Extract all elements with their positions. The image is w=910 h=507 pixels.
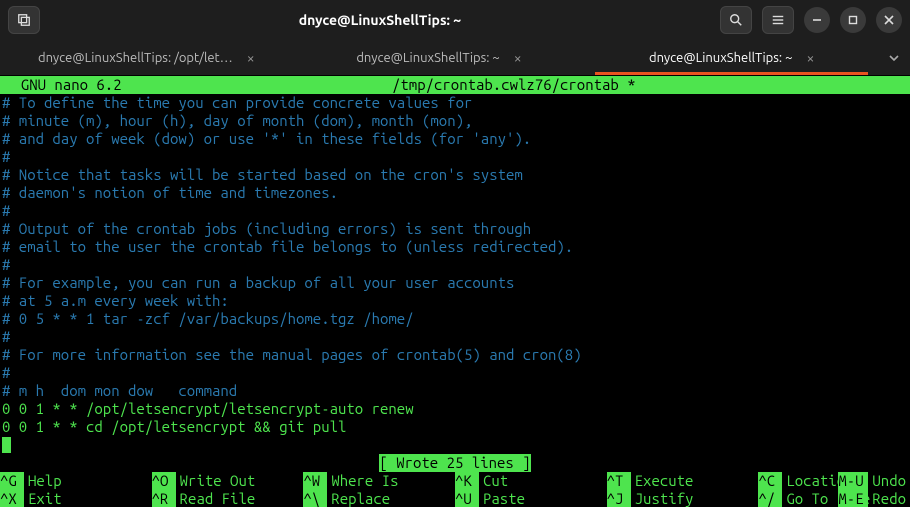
shortcut-label: Read File: [176, 490, 256, 507]
editor-comment-line: # For example, you can run a backup of a…: [2, 274, 908, 292]
shortcut-cell: ^TExecute: [607, 472, 759, 490]
shortcut-label: Undo: [868, 472, 906, 490]
nano-file-name: /tmp/crontab.cwlz76/crontab *: [122, 76, 906, 94]
shortcut-key: ^R: [152, 490, 176, 507]
nano-status-message: [ Wrote 25 lines ]: [379, 454, 530, 472]
shortcut-key: ^T: [607, 472, 631, 490]
close-button[interactable]: [876, 7, 902, 33]
editor-comment-line: # m h dom mon dow command: [2, 382, 908, 400]
menu-button[interactable]: [762, 6, 794, 34]
shortcut-label: Help: [24, 472, 62, 490]
shortcut-cell: ^OWrite Out: [152, 472, 304, 490]
shortcut-key: M-U: [838, 472, 868, 490]
tab-bar: dnyce@LinuxShellTips: /opt/let… × dnyce@…: [0, 40, 910, 76]
shortcut-label: Exit: [24, 490, 62, 507]
shortcut-label: Where Is: [327, 472, 398, 490]
tab-close-icon[interactable]: ×: [514, 50, 522, 66]
window-titlebar: dnyce@LinuxShellTips: ~: [0, 0, 910, 40]
editor-comment-line: # daemon's notion of time and timezones.: [2, 184, 908, 202]
shortcut-cell: ^KCut: [455, 472, 607, 490]
maximize-icon: [848, 15, 858, 25]
shortcut-key: ^X: [0, 490, 24, 507]
shortcut-cell: ^JJustify: [607, 490, 759, 507]
shortcut-label: Execute: [631, 472, 694, 490]
editor-comment-line: # For more information see the manual pa…: [2, 346, 908, 364]
editor-command-line: 0 0 1 * * cd /opt/letsencrypt && git pul…: [2, 418, 908, 436]
tab-overflow-button[interactable]: [878, 40, 910, 75]
cursor-line: [0, 436, 910, 454]
tab-label: dnyce@LinuxShellTips: ~: [649, 51, 792, 65]
shortcut-label: Paste: [479, 490, 525, 507]
editor-comment-line: # and day of week (dow) or use '*' in th…: [2, 130, 908, 148]
terminal[interactable]: GNU nano 6.2 /tmp/crontab.cwlz76/crontab…: [0, 76, 910, 507]
editor-comment-line: # at 5 a.m every week with:: [2, 292, 908, 310]
shortcut-cell: M-UUndo: [838, 472, 906, 490]
shortcut-key: M-E: [838, 490, 868, 507]
shortcut-label: Write Out: [176, 472, 256, 490]
close-icon: [884, 15, 894, 25]
shortcut-cell: ^\Replace: [303, 490, 455, 507]
editor-comment-line: #: [2, 328, 908, 346]
shortcut-cell: ^RRead File: [152, 490, 304, 507]
editor-comment-line: # email to the user the crontab file bel…: [2, 238, 908, 256]
shortcut-cell: ^XExit: [0, 490, 152, 507]
shortcut-key: ^C: [758, 472, 782, 490]
editor-comment-line: #: [2, 202, 908, 220]
tab-2[interactable]: dnyce@LinuxShellTips: ~ ×: [585, 40, 878, 75]
tab-1[interactable]: dnyce@LinuxShellTips: ~ ×: [293, 40, 586, 75]
shortcut-cell: ^UPaste: [455, 490, 607, 507]
shortcut-cell: M-ERedo: [838, 490, 906, 507]
editor-comment-line: #: [2, 148, 908, 166]
hamburger-icon: [771, 13, 785, 27]
cursor: [2, 437, 11, 453]
shortcut-label: Justify: [631, 490, 694, 507]
shortcut-key: ^O: [152, 472, 176, 490]
editor-comment-line: # Notice that tasks will be started base…: [2, 166, 908, 184]
tab-label: dnyce@LinuxShellTips: /opt/let…: [38, 51, 233, 65]
editor-comment-line: #: [2, 364, 908, 382]
tab-0[interactable]: dnyce@LinuxShellTips: /opt/let… ×: [0, 40, 293, 75]
shortcut-label: Redo: [868, 490, 906, 507]
tab-close-icon[interactable]: ×: [247, 50, 255, 66]
shortcut-cell: ^WWhere Is: [303, 472, 455, 490]
minimize-icon: [812, 15, 822, 25]
shortcut-label: Replace: [327, 490, 390, 507]
tab-label: dnyce@LinuxShellTips: ~: [356, 51, 499, 65]
chevron-down-icon: [888, 52, 900, 64]
shortcut-key: ^J: [607, 490, 631, 507]
shortcut-label: Cut: [479, 472, 508, 490]
nano-editor[interactable]: # To define the time you can provide con…: [0, 94, 910, 436]
new-tab-icon: [17, 13, 31, 27]
window-title: dnyce@LinuxShellTips: ~: [48, 12, 712, 28]
shortcut-key: ^W: [303, 472, 327, 490]
editor-comment-line: # Output of the crontab jobs (including …: [2, 220, 908, 238]
shortcut-key: ^\: [303, 490, 327, 507]
tab-close-icon[interactable]: ×: [806, 50, 814, 66]
shortcut-key: ^/: [758, 490, 782, 507]
nano-shortcut-bar: ^GHelp^OWrite Out^WWhere Is^KCut^TExecut…: [0, 472, 910, 507]
nano-header: GNU nano 6.2 /tmp/crontab.cwlz76/crontab…: [0, 76, 910, 94]
editor-comment-line: #: [2, 256, 908, 274]
editor-comment-line: # 0 5 * * 1 tar -zcf /var/backups/home.t…: [2, 310, 908, 328]
nano-status-line: [ Wrote 25 lines ]: [0, 454, 910, 472]
editor-comment-line: # minute (m), hour (h), day of month (do…: [2, 112, 908, 130]
shortcut-cell: ^GHelp: [0, 472, 152, 490]
maximize-button[interactable]: [840, 7, 866, 33]
search-icon: [729, 13, 743, 27]
editor-comment-line: # To define the time you can provide con…: [2, 94, 908, 112]
search-button[interactable]: [720, 6, 752, 34]
shortcut-key: ^K: [455, 472, 479, 490]
minimize-button[interactable]: [804, 7, 830, 33]
editor-command-line: 0 0 1 * * /opt/letsencrypt/letsencrypt-a…: [2, 400, 908, 418]
nano-app-name: GNU nano 6.2: [4, 76, 122, 94]
shortcut-key: ^G: [0, 472, 24, 490]
new-tab-button[interactable]: [8, 6, 40, 34]
shortcut-key: ^U: [455, 490, 479, 507]
